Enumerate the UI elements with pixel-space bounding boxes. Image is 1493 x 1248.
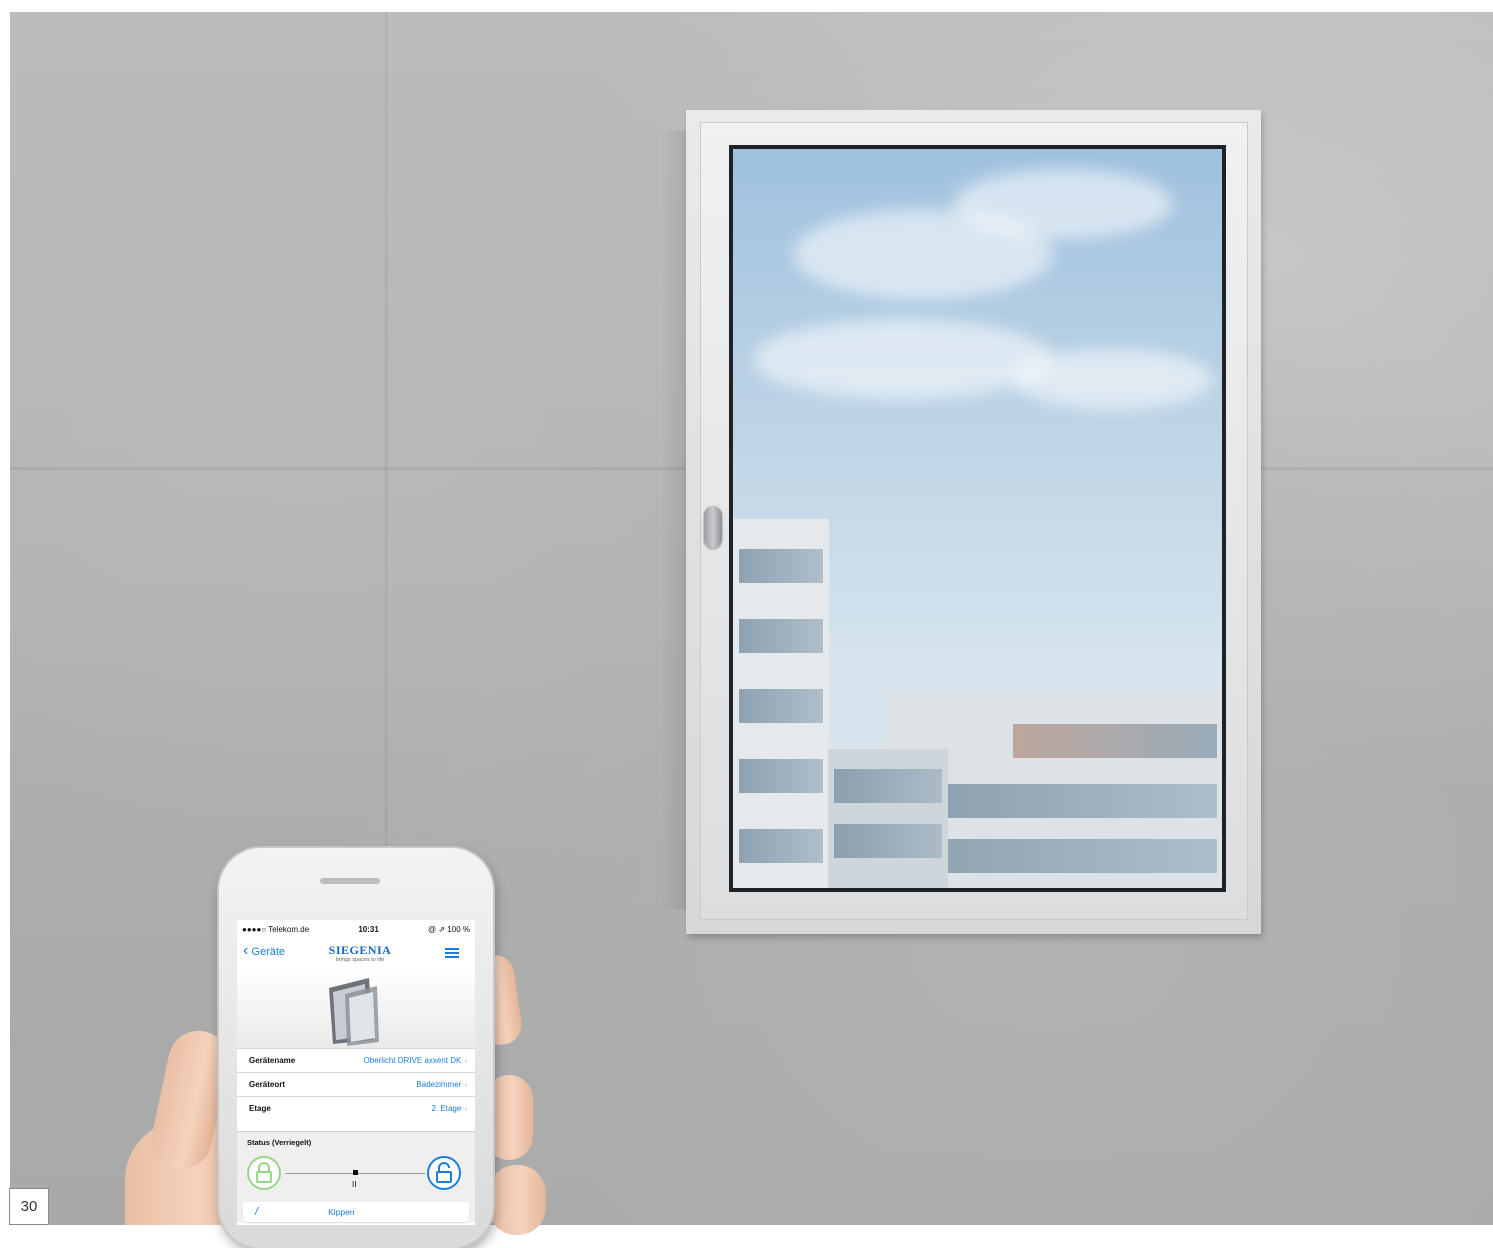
row-geraeteort[interactable]: Geräteort Badezimmer › xyxy=(237,1072,475,1096)
status-title: Status (Verriegelt) xyxy=(247,1138,312,1147)
chevron-left-icon: ‹ xyxy=(243,942,249,959)
phone-screen: ●●●●○ Telekom.de 10:31 @ ⇗ 100 % ‹ Gerät… xyxy=(237,920,475,1225)
row-value: Badezimmer xyxy=(416,1080,462,1089)
carrier-label: ●●●●○ Telekom.de xyxy=(242,924,310,934)
tilt-icon: / xyxy=(255,1206,259,1218)
status-section: Status (Verriegelt) II / Kippen xyxy=(237,1131,475,1222)
chevron-right-icon: › xyxy=(464,1056,467,1065)
phone-speaker xyxy=(320,878,380,884)
battery-label: @ ⇗ 100 % xyxy=(428,924,470,934)
hamburger-menu-icon[interactable] xyxy=(445,948,459,958)
position-slider-handle[interactable] xyxy=(353,1170,358,1175)
unlocked-padlock-icon[interactable] xyxy=(427,1156,461,1190)
row-etage[interactable]: Etage 2. Etage › xyxy=(237,1096,475,1120)
status-bar: ●●●●○ Telekom.de 10:31 @ ⇗ 100 % xyxy=(237,920,475,938)
chevron-right-icon: › xyxy=(464,1080,467,1089)
chevron-right-icon: › xyxy=(464,1104,467,1113)
row-label: Gerätename xyxy=(249,1056,296,1065)
window-glass-view xyxy=(729,145,1226,892)
locked-padlock-icon[interactable] xyxy=(247,1156,281,1190)
back-button[interactable]: ‹ Geräte xyxy=(243,943,286,959)
nav-bar: ‹ Geräte SIEGENIA brings spaces to life xyxy=(237,938,475,970)
brand-logo: SIEGENIA brings spaces to life xyxy=(315,943,405,963)
back-label: Geräte xyxy=(251,946,286,958)
clock-label: 10:31 xyxy=(358,924,379,934)
brand-name: SIEGENIA xyxy=(328,943,392,957)
tilt-button[interactable]: / Kippen xyxy=(243,1202,469,1222)
building-center xyxy=(828,749,948,888)
position-label: II xyxy=(352,1180,357,1189)
row-label: Geräteort xyxy=(249,1080,286,1089)
row-value: Oberlicht DRIVE axxent DK xyxy=(363,1056,462,1065)
tilt-label: Kippen xyxy=(328,1207,355,1217)
page-number: 30 xyxy=(9,1188,49,1225)
row-value: 2. Etage xyxy=(431,1104,462,1113)
window-handle xyxy=(704,506,722,548)
window-device-icon xyxy=(329,978,379,1046)
row-label: Etage xyxy=(249,1104,271,1113)
row-geraetename[interactable]: Gerätename Oberlicht DRIVE axxent DK › xyxy=(237,1048,475,1072)
building-left xyxy=(733,519,829,888)
device-image xyxy=(237,970,475,1048)
